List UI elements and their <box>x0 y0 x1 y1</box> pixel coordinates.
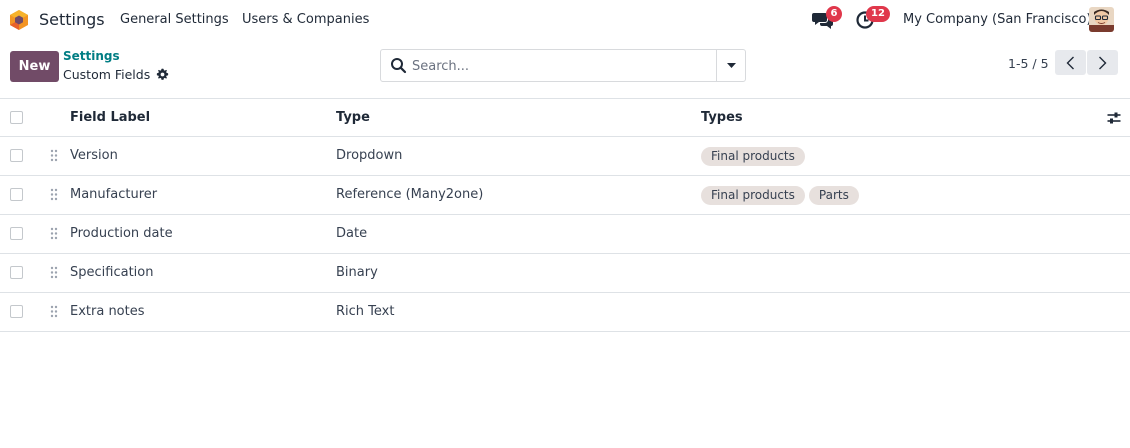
pager-previous-button[interactable] <box>1055 50 1086 75</box>
types-tags: Final products Parts <box>701 186 859 205</box>
column-settings-icon[interactable] <box>1107 111 1121 125</box>
row-checkbox[interactable] <box>10 227 23 240</box>
row-checkbox[interactable] <box>10 188 23 201</box>
select-all-checkbox[interactable] <box>10 111 23 124</box>
column-header-type[interactable]: Type <box>336 110 370 125</box>
caret-down-icon <box>726 62 736 68</box>
table-body: Version Dropdown Final products Manufact… <box>0 137 1130 332</box>
table-row[interactable]: Production date Date <box>0 215 1130 254</box>
drag-handle-icon[interactable] <box>50 266 58 279</box>
field-type-cell: Reference (Many2one) <box>336 187 484 202</box>
pager-value[interactable]: 1-5 / 5 <box>1008 56 1049 71</box>
user-avatar[interactable] <box>1089 7 1114 32</box>
menu-general-settings[interactable]: General Settings <box>120 12 229 27</box>
field-label-cell: Version <box>70 148 118 163</box>
drag-handle-icon[interactable] <box>50 188 58 201</box>
app-title[interactable]: Settings <box>39 10 105 29</box>
top-navbar: Settings General Settings Users & Compan… <box>0 0 1130 40</box>
pager-next-button[interactable] <box>1087 50 1118 75</box>
new-button[interactable]: New <box>10 51 59 82</box>
search-input[interactable] <box>412 56 712 76</box>
search-icon[interactable] <box>390 57 407 74</box>
table-row[interactable]: Manufacturer Reference (Many2one) Final … <box>0 176 1130 215</box>
field-label-cell: Manufacturer <box>70 187 158 202</box>
field-type-cell: Date <box>336 226 368 241</box>
field-type-cell: Rich Text <box>336 304 395 319</box>
breadcrumb-settings[interactable]: Settings <box>63 49 120 63</box>
search-bar <box>380 49 746 82</box>
column-header-field-label[interactable]: Field Label <box>70 110 150 125</box>
types-tags: Final products <box>701 147 805 166</box>
breadcrumb-current: Custom Fields <box>63 67 151 82</box>
row-checkbox[interactable] <box>10 266 23 279</box>
chevron-right-icon <box>1099 56 1107 69</box>
app-logo-icon[interactable] <box>8 9 30 31</box>
field-type-cell: Dropdown <box>336 148 403 163</box>
custom-fields-table: Field Label Type Types Version Dropdown … <box>0 98 1130 332</box>
table-row[interactable]: Specification Binary <box>0 254 1130 293</box>
chevron-left-icon <box>1066 56 1074 69</box>
drag-handle-icon[interactable] <box>50 227 58 240</box>
gear-icon[interactable] <box>156 68 169 81</box>
search-options-toggle[interactable] <box>716 50 745 81</box>
type-tag: Final products <box>701 186 805 205</box>
row-checkbox[interactable] <box>10 149 23 162</box>
activity-badge: 12 <box>866 6 890 22</box>
field-type-cell: Binary <box>336 265 378 280</box>
field-label-cell: Extra notes <box>70 304 145 319</box>
company-switcher[interactable]: My Company (San Francisco) <box>903 12 1091 27</box>
field-label-cell: Production date <box>70 226 173 241</box>
table-row[interactable]: Version Dropdown Final products <box>0 137 1130 176</box>
field-label-cell: Specification <box>70 265 154 280</box>
chat-badge: 6 <box>826 6 842 22</box>
column-header-types[interactable]: Types <box>701 110 743 125</box>
type-tag: Parts <box>808 186 859 205</box>
type-tag: Final products <box>701 147 805 166</box>
table-row[interactable]: Extra notes Rich Text <box>0 293 1130 332</box>
drag-handle-icon[interactable] <box>50 305 58 318</box>
drag-handle-icon[interactable] <box>50 149 58 162</box>
menu-users-companies[interactable]: Users & Companies <box>242 12 369 27</box>
table-header: Field Label Type Types <box>0 98 1130 137</box>
row-checkbox[interactable] <box>10 305 23 318</box>
